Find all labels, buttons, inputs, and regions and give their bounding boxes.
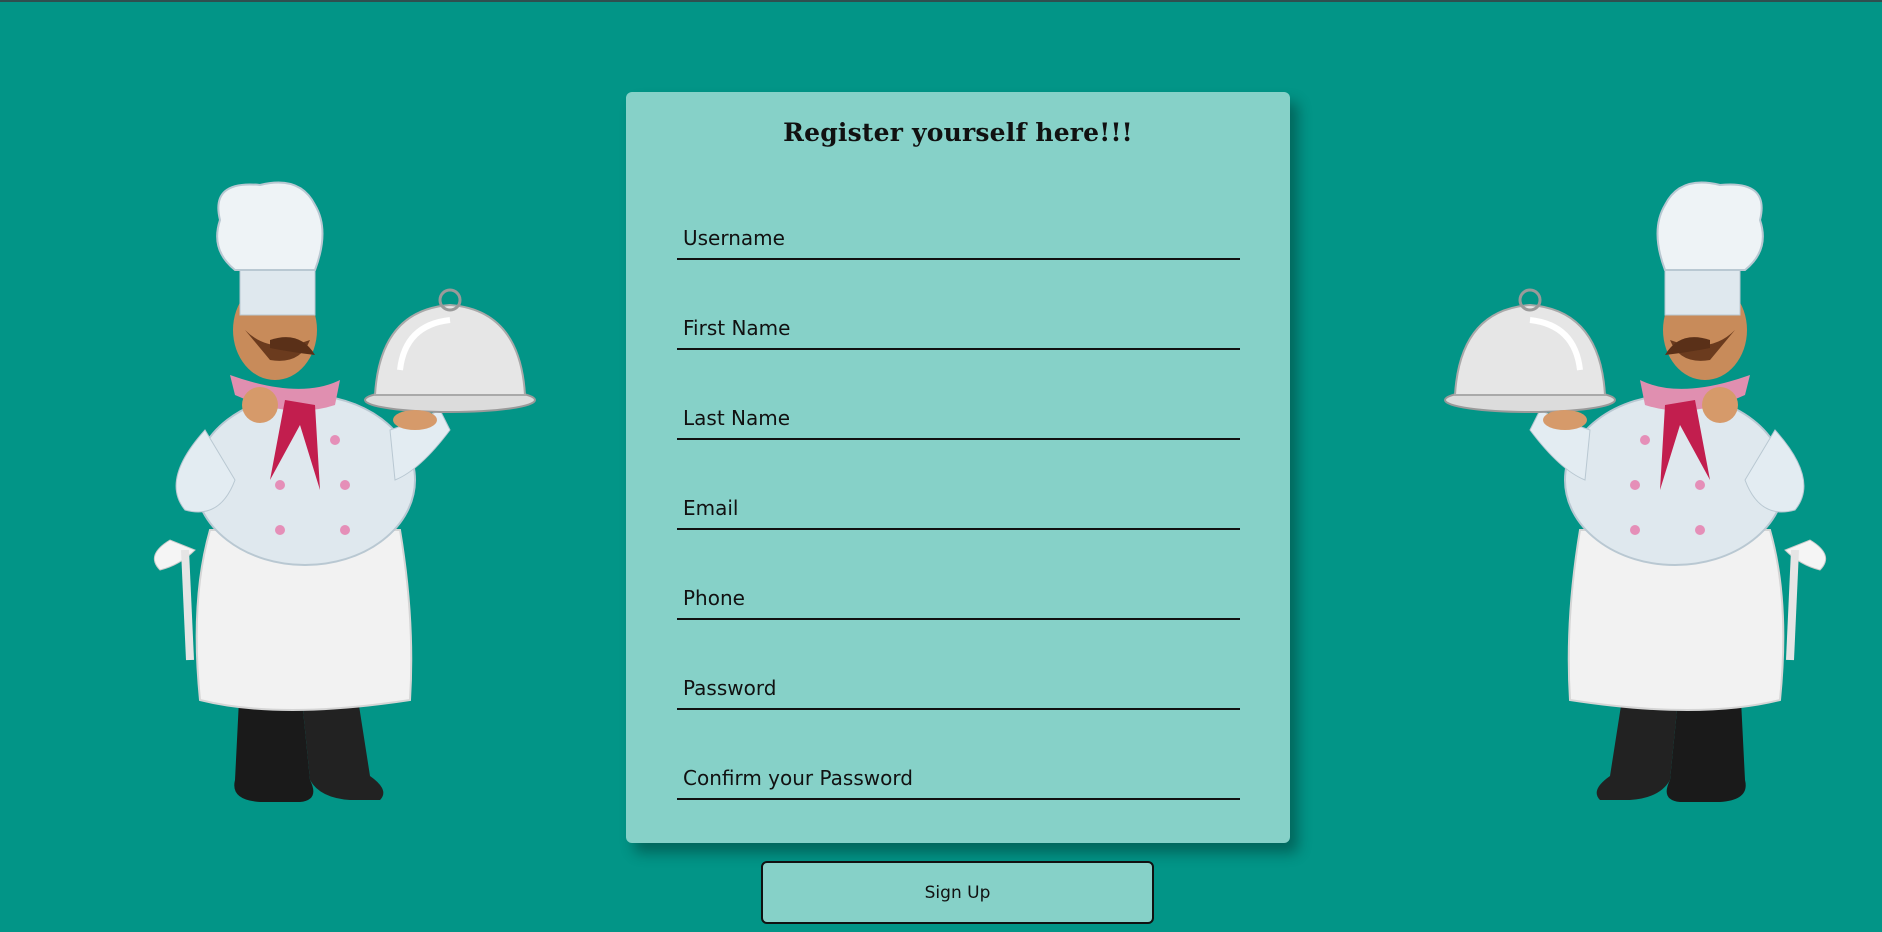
first-name-input[interactable] [677, 308, 1240, 348]
registration-card [626, 92, 1290, 843]
username-field [677, 218, 1240, 260]
form-title-wrap: Register yourself here!!! [626, 118, 1290, 147]
email-field [677, 488, 1240, 530]
top-border [0, 0, 1882, 2]
email-input[interactable] [677, 488, 1240, 528]
confirm-password-input[interactable] [677, 758, 1240, 798]
sign-up-button[interactable]: Sign Up [761, 861, 1154, 924]
last-name-field [677, 398, 1240, 440]
first-name-field [677, 308, 1240, 350]
password-input[interactable] [677, 668, 1240, 708]
last-name-input[interactable] [677, 398, 1240, 438]
form-title: Register yourself here!!! [783, 118, 1133, 147]
confirm-password-field [677, 758, 1240, 800]
phone-field [677, 578, 1240, 620]
chef-illustration-left-icon [153, 181, 536, 802]
password-field [677, 668, 1240, 710]
phone-input[interactable] [677, 578, 1240, 618]
chef-illustration-right-icon [1444, 181, 1827, 802]
username-input[interactable] [677, 218, 1240, 258]
